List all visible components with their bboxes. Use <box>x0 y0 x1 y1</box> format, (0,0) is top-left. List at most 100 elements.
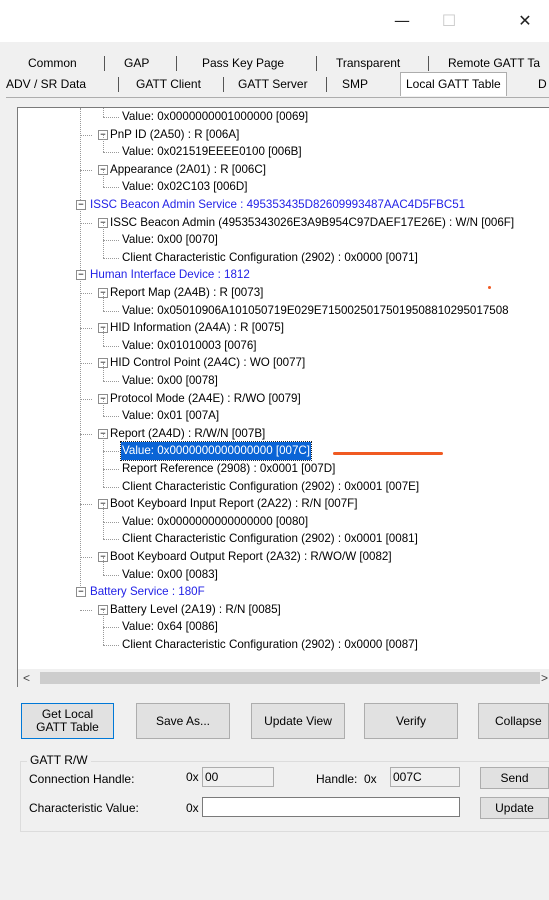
tab-gatt-client[interactable]: GATT Client <box>136 74 201 94</box>
tab-pass-key-page[interactable]: Pass Key Page <box>202 53 284 73</box>
tree-node-value-0080[interactable]: Value: 0x0000000000000000 [0080] <box>121 513 309 531</box>
maximize-button[interactable]: ☐ <box>427 6 471 36</box>
tree-guide-line <box>103 363 104 381</box>
tree-guide-line <box>103 539 119 541</box>
tree-node-cccd-0071[interactable]: Client Characteristic Configuration (290… <box>121 249 419 267</box>
connection-handle-field[interactable]: 00 <box>202 767 274 787</box>
scroll-left-arrow-icon[interactable]: < <box>23 671 30 685</box>
tree-node-protocol-mode[interactable]: Protocol Mode (2A4E) : R/WO [0079] <box>109 390 302 408</box>
tree-node-value-0083[interactable]: Value: 0x00 [0083] <box>121 566 219 584</box>
tree-guide-line <box>80 433 92 435</box>
tab-remote-gatt-table[interactable]: Remote GATT Ta <box>448 53 540 73</box>
tree-guide-line <box>80 504 92 506</box>
tree-guide-line <box>103 169 104 188</box>
tree-node-value-007c[interactable]: Value: 0x0000000000000000 [007C] <box>119 441 313 462</box>
tab-transparent[interactable]: Transparent <box>336 53 400 73</box>
tree-node-report-map[interactable]: Report Map (2A4B) : R [0073] <box>109 284 264 302</box>
tree-node-value-007a[interactable]: Value: 0x01 [007A] <box>121 407 220 425</box>
scroll-thumb[interactable] <box>40 672 540 684</box>
get-local-gatt-table-label: Get Local GATT Table <box>36 707 99 734</box>
gatt-tree: Value: 0x0000000001000000 [0069] − PnP ID … <box>18 108 549 671</box>
tab-frame-line <box>6 97 549 98</box>
horizontal-scrollbar[interactable]: < > <box>17 669 549 687</box>
tab-common[interactable]: Common <box>28 53 77 73</box>
tree-node-value-006b[interactable]: Value: 0x021519EEEE0100 [006B] <box>121 143 303 161</box>
tab-local-gatt-table[interactable]: Local GATT Table <box>400 72 507 96</box>
send-button[interactable]: Send <box>480 767 549 789</box>
tree-node-boot-keyboard-input-report[interactable]: Boot Keyboard Input Report (2A22) : R/N … <box>109 495 358 513</box>
tree-guide-line <box>103 451 104 469</box>
tree-guide-line <box>103 521 104 540</box>
tree-node-hid-control-point[interactable]: HID Control Point (2A4C) : WO [0077] <box>109 354 306 372</box>
tree-node-pnp-id[interactable]: PnP ID (2A50) : R [006A] <box>109 126 240 144</box>
tree-guide-line <box>103 557 104 575</box>
tab-smp[interactable]: SMP <box>342 74 368 94</box>
collapse-button[interactable]: Collapse <box>478 703 549 739</box>
gatt-tree-view[interactable]: Value: 0x0000000001000000 [0069] − PnP ID … <box>17 107 549 671</box>
get-local-gatt-table-button[interactable]: Get Local GATT Table <box>21 703 114 739</box>
tree-guide-line <box>103 645 119 646</box>
verify-button[interactable]: Verify <box>364 703 458 739</box>
tree-guide-line <box>103 117 119 118</box>
tree-node-value-0070[interactable]: Value: 0x00 [0070] <box>121 231 219 249</box>
tree-guide-line <box>103 134 104 153</box>
tree-node-cccd-007e[interactable]: Client Characteristic Configuration (290… <box>121 478 420 496</box>
tree-node-cccd-0087[interactable]: Client Characteristic Configuration (290… <box>121 636 419 654</box>
tree-guide-line <box>103 627 104 645</box>
tree-node-value-006d[interactable]: Value: 0x02C103 [006D] <box>121 178 248 196</box>
tree-node-boot-keyboard-output-report[interactable]: Boot Keyboard Output Report (2A32) : R/W… <box>109 548 393 566</box>
tree-node-issc-beacon-admin-char[interactable]: ISSC Beacon Admin (49535343026E3A9B954C9… <box>109 214 515 232</box>
tree-node-human-interface-device-service[interactable]: Human Interface Device : 1812 <box>89 266 251 284</box>
characteristic-value-prefix: 0x <box>186 801 199 815</box>
tab-adv-sr-data[interactable]: ADV / SR Data <box>6 74 86 94</box>
tree-guide-line <box>103 328 104 346</box>
tree-node-value-report-map[interactable]: Value: 0x05010906A101050719E029E71500250… <box>121 302 510 320</box>
annotation-dot <box>488 286 491 289</box>
tree-guide-line <box>80 398 92 400</box>
tree-collapse-toggle-icon[interactable]: − <box>76 270 86 281</box>
tree-guide-line <box>103 152 119 154</box>
tree-guide-line <box>103 469 119 470</box>
scroll-right-arrow-icon[interactable]: > <box>541 671 548 685</box>
tree-node-value-0078[interactable]: Value: 0x00 [0078] <box>121 372 219 390</box>
save-as-button[interactable]: Save As... <box>136 703 230 739</box>
update-button[interactable]: Update <box>480 797 549 819</box>
tree-node-appearance[interactable]: Appearance (2A01) : R [006C] <box>109 161 267 179</box>
tree-guide-line <box>103 345 119 347</box>
tab-gap[interactable]: GAP <box>124 53 149 73</box>
tree-guide-line <box>103 486 119 488</box>
minimize-button[interactable]: — <box>380 6 424 36</box>
tree-collapse-toggle-icon[interactable]: − <box>76 587 86 598</box>
tree-guide-line <box>103 504 104 522</box>
tree-guide-line <box>103 521 119 523</box>
handle-label: Handle: <box>316 772 358 786</box>
characteristic-value-label: Characteristic Value: <box>29 801 139 815</box>
tree-guide-line <box>103 310 119 312</box>
tree-node-hid-information[interactable]: HID Information (2A4A) : R [0075] <box>109 319 285 337</box>
tree-node-value-0069[interactable]: Value: 0x0000000001000000 [0069] <box>121 108 309 126</box>
tree-guide-line <box>103 222 104 241</box>
handle-field[interactable]: 007C <box>390 767 460 787</box>
tree-guide-line <box>80 222 92 224</box>
tree-node-report-2a4d[interactable]: Report (2A4D) : R/W/N [007B] <box>109 425 266 443</box>
update-view-button[interactable]: Update View <box>251 703 345 739</box>
tree-node-cccd-0081[interactable]: Client Characteristic Configuration (290… <box>121 530 419 548</box>
tree-guide-line <box>80 169 92 171</box>
tree-guide-line <box>103 627 119 629</box>
tree-node-battery-service[interactable]: Battery Service : 180F <box>89 583 206 601</box>
tree-guide-line <box>80 134 92 136</box>
tab-d-truncated[interactable]: D <box>538 74 547 94</box>
tree-node-value-0086[interactable]: Value: 0x64 [0086] <box>121 618 219 636</box>
tab-gatt-server[interactable]: GATT Server <box>238 74 308 94</box>
tree-node-issc-beacon-admin-service[interactable]: ISSC Beacon Admin Service : 495353435D82… <box>89 196 466 214</box>
close-button[interactable]: ✕ <box>503 6 547 36</box>
tree-node-report-reference[interactable]: Report Reference (2908) : 0x0001 [007D] <box>121 460 336 478</box>
tree-node-value-0076[interactable]: Value: 0x01010003 [0076] <box>121 337 258 355</box>
gatt-rw-group-label: GATT R/W <box>27 753 91 767</box>
tree-guide-line <box>103 381 119 382</box>
characteristic-value-input[interactable] <box>202 797 460 817</box>
title-bar: — ☐ ✕ <box>0 0 549 42</box>
tree-collapse-toggle-icon[interactable]: − <box>76 200 86 210</box>
handle-prefix: 0x <box>364 772 377 786</box>
tree-node-battery-level[interactable]: Battery Level (2A19) : R/N [0085] <box>109 601 282 619</box>
